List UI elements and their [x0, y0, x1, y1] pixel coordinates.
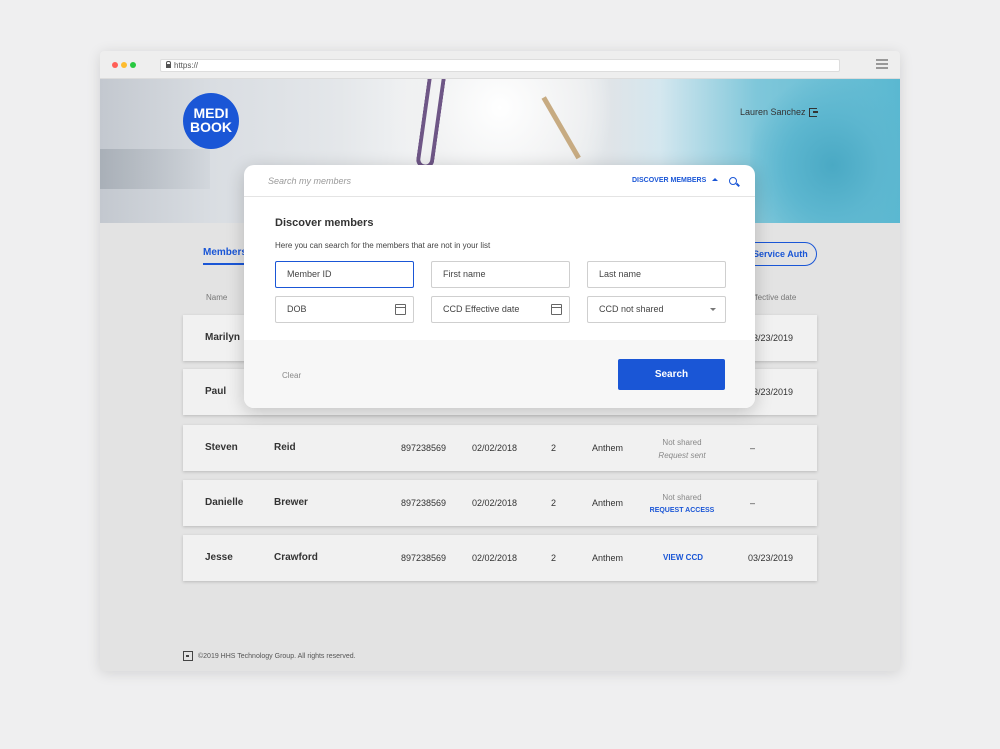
modal-footer: Clear Search — [244, 340, 755, 408]
request-access-link[interactable]: REQUEST ACCESS — [642, 504, 722, 517]
member-first-name: Steven — [205, 442, 238, 453]
user-name[interactable]: Lauren Sanchez — [740, 107, 806, 117]
effective-date: – — [750, 443, 756, 453]
member-first-name: Danielle — [205, 497, 244, 508]
maximize-dot[interactable] — [130, 62, 136, 68]
browser-window: https:// MEDI BOOK Lauren Sanchez Member… — [100, 51, 900, 671]
member-last-name: Reid — [274, 442, 296, 453]
dob-field[interactable]: DOB — [275, 296, 414, 323]
ccd-request-sent: Request sent — [658, 451, 706, 460]
modal-search-bar: Search my members DISCOVER MEMBERS — [244, 165, 755, 197]
table-row[interactable]: Jesse Crawford 897238569 02/02/2018 2 An… — [183, 535, 817, 581]
member-last-name: Brewer — [274, 497, 308, 508]
chevron-down-icon — [710, 308, 716, 311]
lock-icon — [166, 61, 171, 68]
logout-icon[interactable] — [809, 108, 818, 117]
close-dot[interactable] — [112, 62, 118, 68]
ccd-status-text: Not shared — [662, 493, 702, 502]
dob-label: DOB — [287, 304, 307, 314]
member-dob: 02/02/2018 — [472, 553, 518, 563]
discover-members-toggle[interactable]: DISCOVER MEMBERS — [632, 165, 719, 197]
footer: ©2019 HHS Technology Group. All rights r… — [183, 651, 356, 661]
member-count: 2 — [551, 553, 557, 563]
first-name-field[interactable]: First name — [431, 261, 570, 288]
effective-date: – — [750, 498, 756, 508]
member-dob: 02/02/2018 — [472, 498, 518, 508]
nurse-image — [750, 79, 900, 223]
modal-title: Discover members — [275, 217, 374, 229]
column-header-name: Name — [206, 293, 228, 302]
logo-line-2: BOOK — [190, 119, 232, 135]
minimize-dot[interactable] — [121, 62, 127, 68]
ccd-effective-date-label: CCD Effective date — [443, 304, 520, 314]
member-last-name: Crawford — [274, 552, 318, 563]
url-text: https:// — [174, 61, 199, 70]
member-first-name: Marilyn — [205, 332, 241, 343]
member-plan: Anthem — [592, 498, 624, 508]
member-first-name: Paul — [205, 386, 227, 397]
discover-members-label: DISCOVER MEMBERS — [632, 177, 707, 184]
member-plan: Anthem — [592, 443, 624, 453]
caret-up-icon — [712, 177, 719, 181]
search-button[interactable]: Search — [618, 359, 725, 390]
view-ccd-link[interactable]: VIEW CCD — [663, 535, 703, 581]
calendar-icon[interactable] — [395, 304, 406, 315]
modal-subtitle: Here you can search for the members that… — [275, 241, 491, 250]
member-count: 2 — [551, 498, 557, 508]
last-name-field[interactable]: Last name — [587, 261, 726, 288]
search-icon[interactable] — [729, 177, 737, 185]
ccd-status-text: Not shared — [662, 438, 702, 447]
member-id: 897238569 — [401, 553, 447, 563]
hhs-logo-icon — [183, 651, 193, 661]
browser-chrome: https:// — [100, 51, 900, 79]
background-shelf — [100, 149, 210, 189]
member-count: 2 — [551, 443, 557, 453]
address-bar[interactable]: https:// — [160, 59, 840, 72]
search-members-input[interactable]: Search my members — [268, 165, 351, 197]
tab-active-indicator — [203, 263, 247, 265]
discover-members-modal: Search my members DISCOVER MEMBERS Disco… — [244, 165, 755, 408]
tab-members[interactable]: Members — [203, 247, 247, 258]
member-dob: 02/02/2018 — [472, 443, 518, 453]
ccd-effective-date-field[interactable]: CCD Effective date — [431, 296, 570, 323]
logo-line-1: MEDI — [193, 105, 229, 121]
member-id: 897238569 — [401, 498, 447, 508]
column-header-effective-date: Effective date — [748, 293, 797, 302]
medibook-logo[interactable]: MEDI BOOK — [183, 93, 239, 149]
footer-copyright: ©2019 HHS Technology Group. All rights r… — [198, 652, 356, 660]
member-id-field[interactable]: Member ID — [275, 261, 414, 288]
ccd-status: Not shared REQUEST ACCESS — [642, 491, 722, 517]
effective-date: 03/23/2019 — [748, 553, 794, 563]
ccd-status-select[interactable]: CCD not shared — [587, 296, 726, 323]
ccd-status: Not shared Request sent — [642, 436, 722, 462]
member-id: 897238569 — [401, 443, 447, 453]
table-row[interactable]: Steven Reid 897238569 02/02/2018 2 Anthe… — [183, 425, 817, 471]
member-first-name: Jesse — [205, 552, 233, 563]
ccd-status-value: CCD not shared — [599, 304, 664, 314]
menu-icon[interactable] — [876, 59, 888, 69]
clear-button[interactable]: Clear — [282, 371, 301, 380]
calendar-icon[interactable] — [551, 304, 562, 315]
table-row[interactable]: Danielle Brewer 897238569 02/02/2018 2 A… — [183, 480, 817, 526]
member-plan: Anthem — [592, 553, 624, 563]
